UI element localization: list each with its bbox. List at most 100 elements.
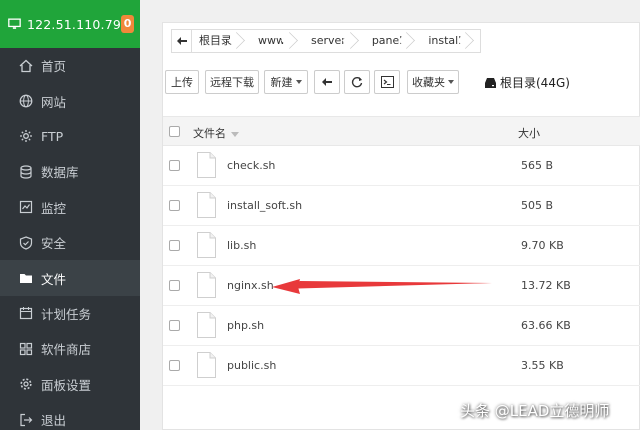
shield-icon xyxy=(19,236,33,250)
toolbar: 上传 远程下载 新建 收藏夹 根目录(44G) xyxy=(163,70,640,96)
apps-icon xyxy=(19,342,33,356)
sidebar-item-8[interactable]: 软件商店 xyxy=(0,331,140,366)
sidebar-item-2[interactable]: FTP xyxy=(0,119,140,154)
select-all-checkbox[interactable] xyxy=(169,126,180,137)
ftp-icon xyxy=(19,129,33,143)
breadcrumb: 根目录 www server panel install xyxy=(171,29,482,53)
sidebar-item-label: 网站 xyxy=(41,94,67,110)
table-row[interactable]: public.sh 3.55 KB xyxy=(163,346,640,386)
back-arrow-icon[interactable] xyxy=(172,30,192,52)
row-checkbox[interactable] xyxy=(169,320,180,331)
sidebar-item-9[interactable]: 面板设置 xyxy=(0,367,140,402)
file-size: 13.72 KB xyxy=(521,279,571,292)
upload-button[interactable]: 上传 xyxy=(165,70,199,94)
logout-icon xyxy=(19,413,33,427)
monitor-icon xyxy=(8,18,21,29)
row-checkbox[interactable] xyxy=(169,160,180,171)
row-checkbox[interactable] xyxy=(169,360,180,371)
file-manager-panel: 根目录 www server panel install 上传 远程下载 新建 … xyxy=(162,22,640,430)
file-size: 505 B xyxy=(521,199,554,212)
monitor-icon xyxy=(19,200,33,214)
file-name[interactable]: public.sh xyxy=(227,359,276,372)
row-checkbox[interactable] xyxy=(169,240,180,251)
sidebar-item-3[interactable]: 数据库 xyxy=(0,154,140,189)
sidebar-item-6[interactable]: 文件 xyxy=(0,260,140,296)
back-button[interactable] xyxy=(314,70,340,94)
sidebar-item-label: 文件 xyxy=(41,271,67,287)
file-size: 565 B xyxy=(521,159,554,172)
main-area: 根目录 www server panel install 上传 远程下载 新建 … xyxy=(140,0,640,430)
database-icon xyxy=(19,165,33,179)
sidebar-item-label: 数据库 xyxy=(41,165,79,181)
sidebar-item-1[interactable]: 网站 xyxy=(0,83,140,118)
new-label: 新建 xyxy=(270,76,293,89)
chevron-down-icon xyxy=(448,80,454,84)
back-arrow-icon xyxy=(322,78,332,86)
terminal-icon xyxy=(380,76,394,88)
hard-drive-icon xyxy=(485,77,496,88)
column-name-label: 文件名 xyxy=(193,127,226,140)
sidebar-item-10[interactable]: 退出 xyxy=(0,402,140,430)
folder-icon xyxy=(19,271,33,285)
favorites-dropdown-button[interactable]: 收藏夹 xyxy=(407,70,459,94)
sidebar-item-label: 计划任务 xyxy=(41,306,92,322)
file-icon xyxy=(197,152,216,178)
sidebar-item-label: 安全 xyxy=(41,236,67,252)
file-name[interactable]: check.sh xyxy=(227,159,275,172)
favorites-label: 收藏夹 xyxy=(412,76,445,89)
refresh-icon xyxy=(351,77,363,88)
home-icon xyxy=(19,59,33,73)
sidebar-item-7[interactable]: 计划任务 xyxy=(0,296,140,331)
calendar-icon xyxy=(19,306,33,320)
table-row[interactable]: php.sh 63.66 KB xyxy=(163,306,640,346)
sidebar-item-label: 监控 xyxy=(41,200,67,216)
disk-selector[interactable]: 根目录(44G) xyxy=(485,74,570,91)
file-icon xyxy=(197,352,216,378)
file-icon xyxy=(197,272,216,298)
disk-label: 根目录(44G) xyxy=(500,76,570,90)
column-size-header[interactable]: 大小 xyxy=(518,125,540,141)
file-size: 3.55 KB xyxy=(521,359,564,372)
sidebar-item-label: 退出 xyxy=(41,413,67,429)
breadcrumb-www[interactable]: www xyxy=(251,30,294,52)
sidebar-item-label: 软件商店 xyxy=(41,342,92,358)
column-name-header[interactable]: 文件名 xyxy=(193,125,239,141)
remote-download-button[interactable]: 远程下载 xyxy=(205,70,259,94)
sort-down-icon xyxy=(231,131,239,137)
sidebar-item-4[interactable]: 监控 xyxy=(0,190,140,225)
row-checkbox[interactable] xyxy=(169,200,180,211)
terminal-button[interactable] xyxy=(374,70,400,94)
breadcrumb-install[interactable]: install xyxy=(421,30,470,52)
refresh-button[interactable] xyxy=(344,70,370,94)
sidebar-item-0[interactable]: 首页 xyxy=(0,48,140,83)
sidebar: 122.51.110.79 0 首页网站 FTP 数据库监控安全文件计划任务软件商店… xyxy=(0,0,140,430)
breadcrumb-server[interactable]: server xyxy=(304,30,355,52)
sidebar-item-label: 面板设置 xyxy=(41,377,92,393)
server-ip: 122.51.110.79 xyxy=(26,16,122,32)
file-size: 9.70 KB xyxy=(521,239,564,252)
sidebar-item-5[interactable]: 安全 xyxy=(0,225,140,260)
file-name[interactable]: install_soft.sh xyxy=(227,199,302,212)
file-size: 63.66 KB xyxy=(521,319,571,332)
table-row[interactable]: install_soft.sh 505 B xyxy=(163,186,640,226)
row-checkbox[interactable] xyxy=(169,280,180,291)
table-row[interactable]: lib.sh 9.70 KB xyxy=(163,226,640,266)
file-icon xyxy=(197,232,216,258)
sidebar-item-label: 首页 xyxy=(41,59,67,75)
file-name[interactable]: php.sh xyxy=(227,319,264,332)
globe-icon xyxy=(19,94,33,108)
file-name[interactable]: nginx.sh xyxy=(227,279,274,292)
file-icon xyxy=(197,312,216,338)
table-row[interactable]: check.sh 565 B xyxy=(163,146,640,186)
chevron-down-icon xyxy=(295,80,302,84)
file-icon xyxy=(197,192,216,218)
watermark: 头条 @LEAD立德明师 xyxy=(460,402,610,420)
breadcrumb-panel[interactable]: panel xyxy=(365,30,412,52)
file-name[interactable]: lib.sh xyxy=(227,239,256,252)
message-badge[interactable]: 0 xyxy=(121,15,134,33)
sidebar-item-label: FTP xyxy=(41,128,64,144)
breadcrumb-root[interactable]: 根目录 xyxy=(192,30,241,52)
table-row[interactable]: nginx.sh 13.72 KB xyxy=(163,266,640,306)
table-header: 文件名 大小 xyxy=(163,116,640,146)
new-dropdown-button[interactable]: 新建 xyxy=(264,70,308,94)
